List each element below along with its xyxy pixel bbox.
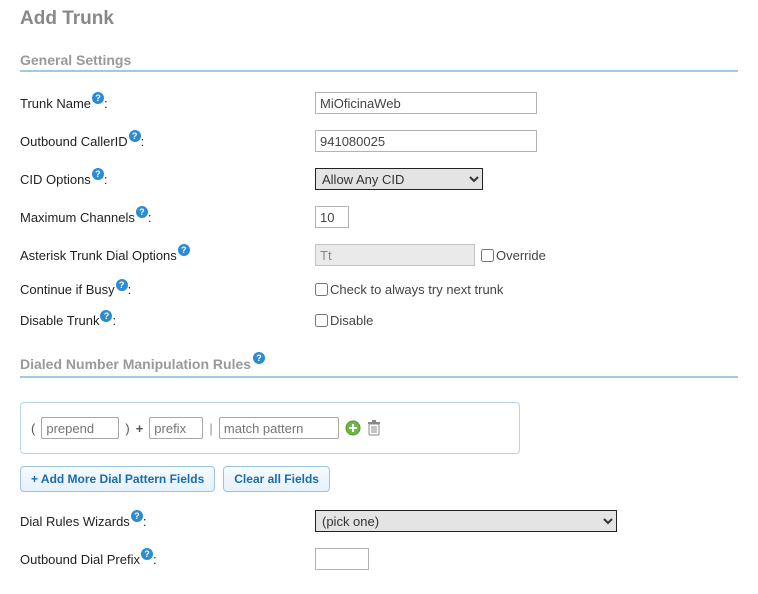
continue-busy-checkbox[interactable] [315, 283, 328, 296]
disable-trunk-checkbox[interactable] [315, 314, 328, 327]
outbound-cid-input[interactable] [315, 130, 537, 152]
row-continue-busy: Continue if Busy ?: Check to always try … [20, 282, 738, 297]
section-divider [20, 376, 738, 378]
override-checkbox[interactable] [481, 249, 494, 262]
help-icon[interactable]: ? [178, 244, 190, 256]
max-channels-input[interactable] [315, 206, 349, 228]
outbound-prefix-input[interactable] [315, 548, 369, 570]
label-continue-busy: Continue if Busy [20, 282, 115, 297]
section-general-title: General Settings [20, 48, 738, 68]
clear-all-fields-button[interactable]: Clear all Fields [223, 466, 330, 492]
label-cid-options: CID Options [20, 172, 91, 187]
dial-wizards-select[interactable]: (pick one) [315, 510, 617, 532]
row-dial-options: Asterisk Trunk Dial Options ? Override [20, 244, 738, 266]
help-icon[interactable]: ? [131, 510, 143, 522]
label-outbound-cid: Outbound CallerID [20, 134, 128, 149]
label-disable-trunk: Disable Trunk [20, 313, 99, 328]
add-row-icon[interactable] [345, 420, 361, 436]
row-dial-wizards: Dial Rules Wizards ?: (pick one) [20, 510, 738, 532]
help-icon[interactable]: ? [141, 548, 153, 560]
trunk-name-input[interactable] [315, 92, 537, 114]
row-disable-trunk: Disable Trunk ?: Disable [20, 313, 738, 328]
row-outbound-prefix: Outbound Dial Prefix ?: [20, 548, 738, 570]
label-outbound-prefix: Outbound Dial Prefix [20, 552, 140, 567]
help-icon[interactable]: ? [136, 206, 148, 218]
section-dial-rules-title: Dialed Number Manipulation Rules [20, 352, 251, 372]
row-trunk-name: Trunk Name ?: [20, 92, 738, 114]
dial-pattern-row: ( ) + | [20, 402, 520, 454]
disable-trunk-label: Disable [330, 313, 373, 328]
row-cid-options: CID Options ?: Allow Any CID [20, 168, 738, 190]
cid-options-select[interactable]: Allow Any CID [315, 168, 483, 190]
override-label: Override [496, 248, 546, 263]
label-trunk-name: Trunk Name [20, 96, 91, 111]
help-icon[interactable]: ? [100, 310, 112, 322]
help-icon[interactable]: ? [116, 279, 128, 291]
label-dial-options: Asterisk Trunk Dial Options [20, 248, 177, 263]
help-icon[interactable]: ? [92, 168, 104, 180]
label-dial-wizards: Dial Rules Wizards [20, 514, 130, 529]
match-pattern-input[interactable] [219, 417, 339, 439]
row-outbound-cid: Outbound CallerID ?: [20, 130, 738, 152]
add-more-fields-button[interactable]: + Add More Dial Pattern Fields [20, 466, 215, 492]
label-max-channels: Maximum Channels [20, 210, 135, 225]
delete-row-icon[interactable] [367, 420, 381, 436]
prepend-input[interactable] [41, 417, 119, 439]
help-icon[interactable]: ? [129, 130, 141, 142]
section-divider [20, 70, 738, 72]
dial-options-input [315, 244, 475, 266]
prefix-input[interactable] [149, 417, 203, 439]
row-max-channels: Maximum Channels ?: [20, 206, 738, 228]
help-icon[interactable]: ? [253, 352, 265, 364]
continue-busy-label: Check to always try next trunk [330, 282, 503, 297]
help-icon[interactable]: ? [92, 92, 104, 104]
page-title: Add Trunk [20, 8, 738, 30]
